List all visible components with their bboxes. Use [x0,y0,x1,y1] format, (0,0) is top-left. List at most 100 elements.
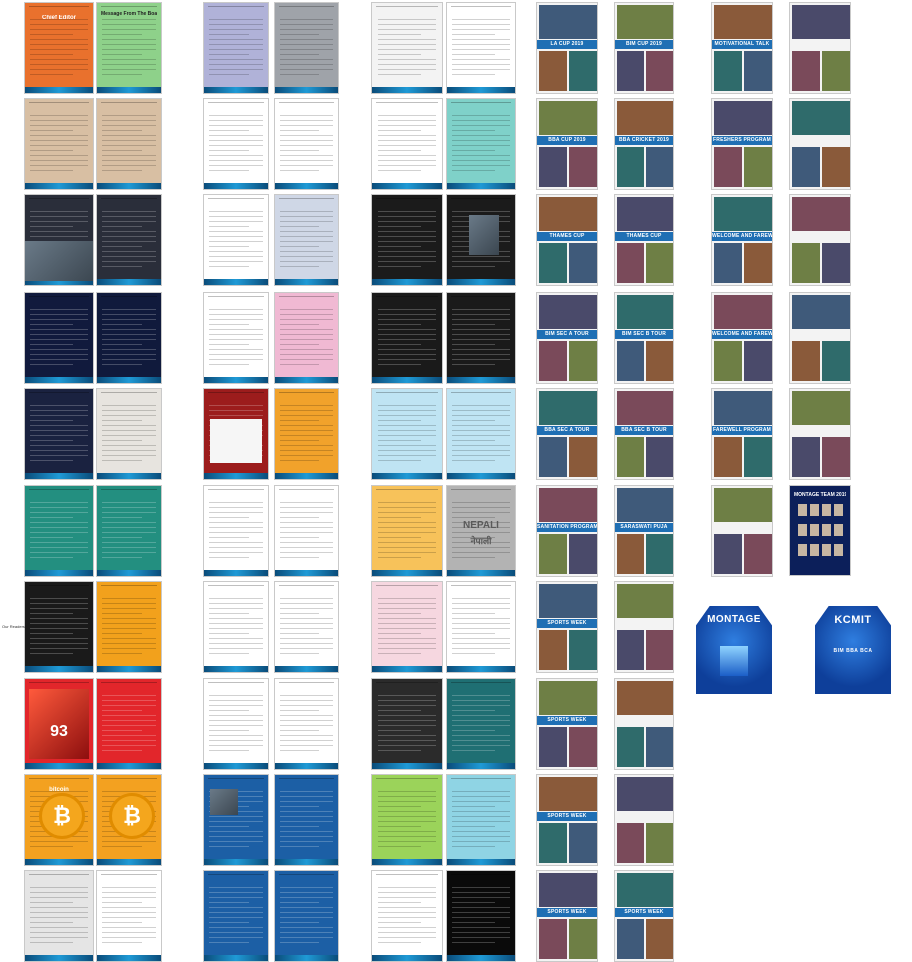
text-line [102,54,142,55]
text-line [280,120,333,121]
text-line [102,532,156,533]
spread-left-page [24,485,94,577]
collage-photo [617,534,644,574]
collage-photo [714,391,772,425]
text-line [280,633,320,634]
page-footer-band [447,955,515,961]
text-line [377,552,437,553]
text-line [452,618,510,619]
text-line [30,557,73,558]
text-line [280,420,320,421]
text-line [30,623,88,624]
text-line [30,364,73,365]
text-line [377,806,421,807]
text-line [280,542,333,543]
text-line [377,791,437,792]
spread-right-page [274,2,339,94]
page-header-rule [279,585,334,588]
section-title-strip: SPORTS WEEK [537,619,597,628]
text-line [209,309,263,310]
text-line [209,135,263,136]
collage-photo [617,823,644,863]
collage-photo [714,101,772,135]
text-line [30,120,88,121]
text-line [377,256,437,257]
text-line [280,246,320,247]
text-line [30,435,88,436]
text-line [280,349,333,350]
page-footer-band [275,473,338,479]
text-line [452,54,495,55]
text-line [452,256,510,257]
text-line [452,19,510,20]
text-line [102,455,156,456]
text-line [280,846,320,847]
collage-photo [646,727,673,767]
text-line [452,319,510,320]
text-line [280,735,333,736]
text-line [452,29,510,30]
text-line [209,170,249,171]
text-line [30,165,88,166]
text-line [102,937,156,938]
text-line [280,750,320,751]
spread-right-page [446,194,516,286]
collage-photo [744,341,772,381]
text-line [209,507,263,508]
text-line [209,902,249,903]
text-line [452,460,495,461]
text-line [30,460,73,461]
page-footer-band [97,859,161,865]
page-header-rule [208,682,264,685]
text-line [209,598,263,599]
text-line [280,64,333,65]
text-line [452,34,495,35]
page-footer-band [275,666,338,672]
text-line [280,135,333,136]
text-line [102,231,156,232]
text-line [209,349,263,350]
text-line [452,907,510,908]
text-line [102,603,156,604]
collage-photo [539,777,597,811]
text-line [209,314,263,315]
text-line [209,735,263,736]
collage-photo [539,534,567,574]
text-line [280,44,333,45]
side-caption: Our Readers [2,624,25,629]
text-line [377,841,437,842]
text-line [209,256,263,257]
page-footer-band [275,763,338,769]
photo-collage-page: BBA SEC A TOUR [536,388,598,480]
text-line [377,608,437,609]
text-line [377,887,437,888]
text-line [102,329,156,330]
page-header-rule [208,585,264,588]
text-line [102,623,156,624]
photo-collage-page: THAMES CUP [614,194,674,286]
text-line [209,24,263,25]
text-line [377,537,421,538]
text-line [280,415,333,416]
text-line [30,425,88,426]
collage-photo [539,147,567,187]
text-line [102,226,142,227]
collage-photo [822,243,850,283]
section-title-strip: MOTIVATIONAL TALK [712,40,772,49]
page-footer-band [447,87,515,93]
text-line [452,507,510,508]
text-line [280,892,333,893]
text-line [452,211,510,212]
text-line [209,344,249,345]
text-line [102,211,156,212]
text-line [209,49,263,50]
text-line [377,261,437,262]
text-line [102,735,156,736]
text-line [377,917,437,918]
text-line [377,705,437,706]
page-header-rule [101,682,157,685]
text-line [102,653,142,654]
text-line [209,329,263,330]
collage-photo [617,295,673,329]
spread-right-page [446,2,516,94]
